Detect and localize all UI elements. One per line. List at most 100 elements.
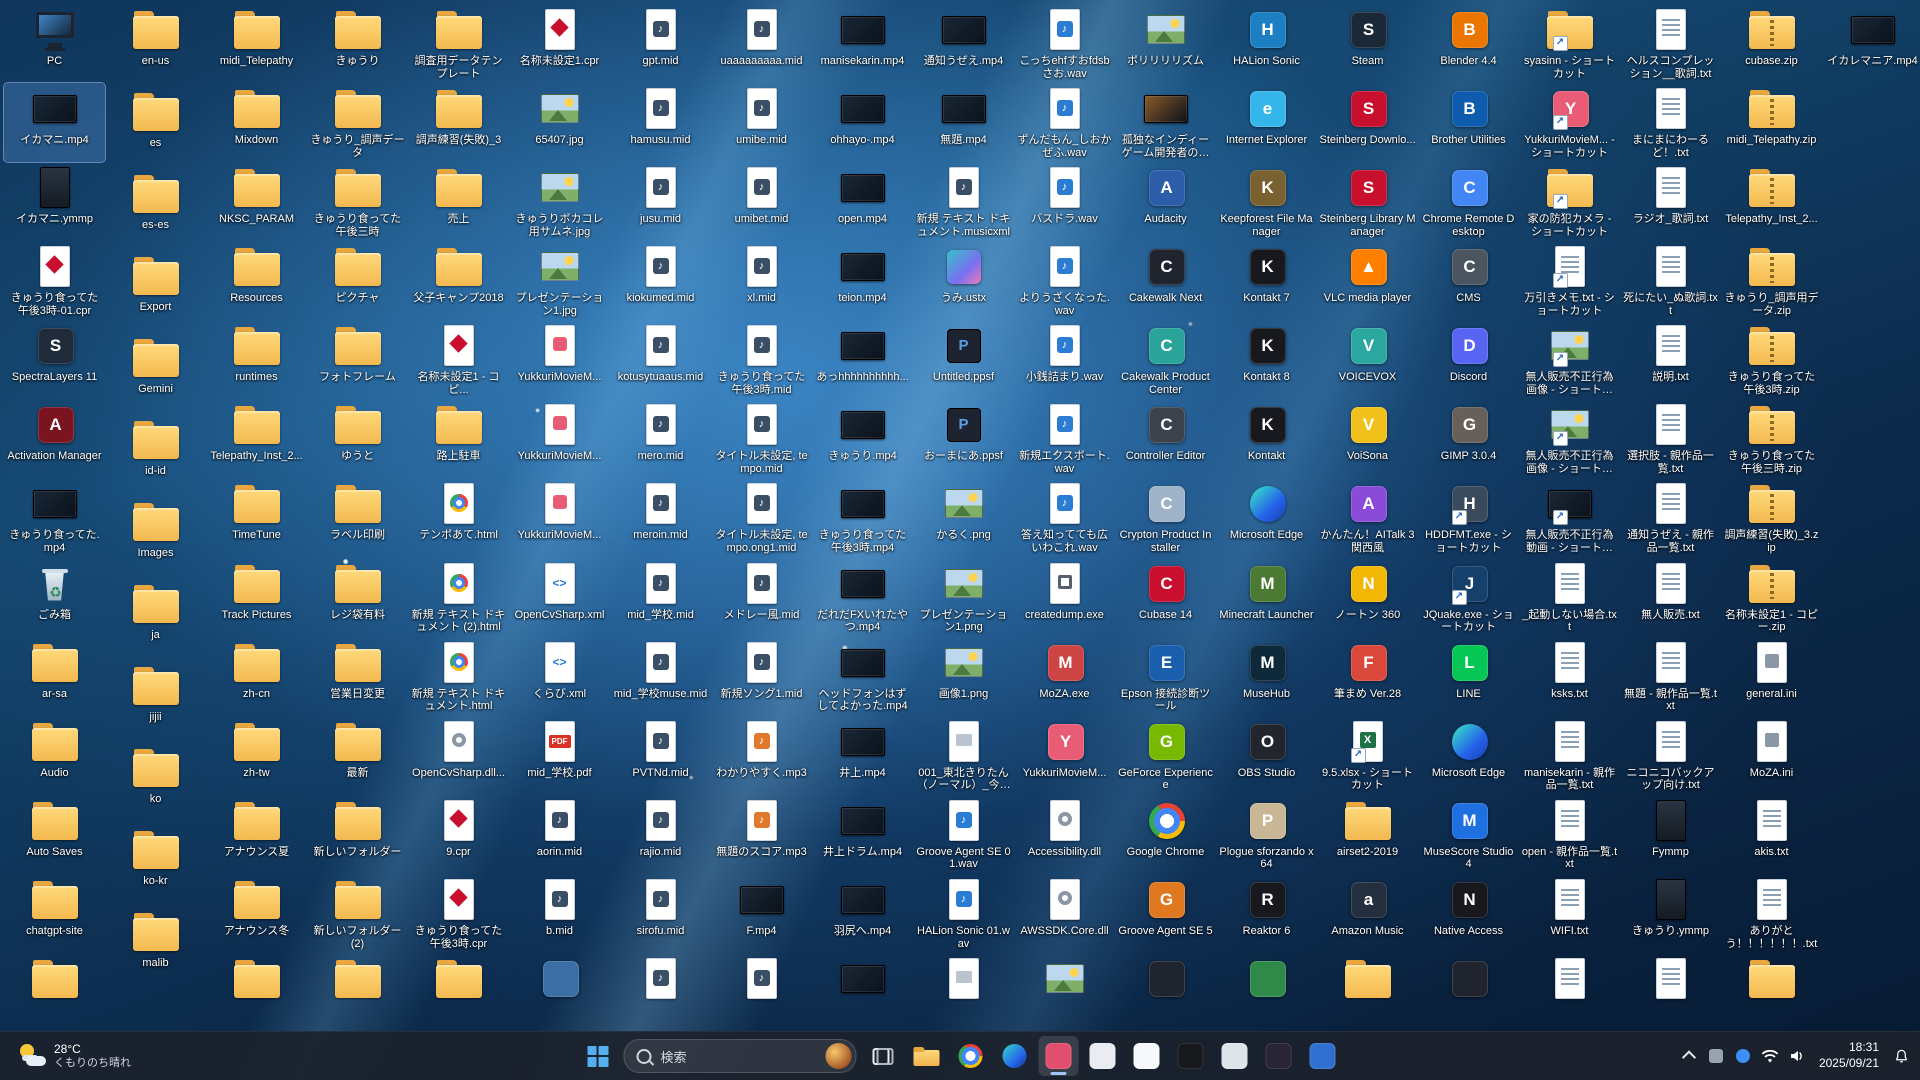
desktop-icon[interactable]: CChrome Remote Desktop	[1418, 162, 1519, 241]
desktop-icon[interactable]: AActivation Manager	[4, 399, 105, 478]
desktop-icon[interactable]: HALion Sonic 01.wav	[913, 874, 1014, 953]
desktop-icon[interactable]: ▲VLC media player	[1317, 241, 1418, 320]
desktop-icon[interactable]: Google Chrome	[1115, 795, 1216, 874]
desktop-icon[interactable]: HHALion Sonic	[1216, 4, 1317, 83]
desktop-icon[interactable]: OpenCvSharp.dll...	[408, 716, 509, 795]
desktop-icon[interactable]: 無題のスコア.mp3	[711, 795, 812, 874]
desktop-icon[interactable]: es-es	[105, 168, 206, 250]
desktop-icon[interactable]: 通知うぜえ.mp4	[913, 4, 1014, 83]
desktop-icon[interactable]: きゅうり_調声用データ.zip	[1721, 241, 1822, 320]
desktop-icon[interactable]: 9.cpr	[408, 795, 509, 874]
desktop-icon[interactable]	[408, 953, 509, 1032]
desktop-icon[interactable]: 名称未設定1 - コピー.zip	[1721, 558, 1822, 637]
desktop-icon[interactable]: manisekarin - 親作品一覧.txt	[1519, 716, 1620, 795]
desktop-icon[interactable]: KKontakt 7	[1216, 241, 1317, 320]
volume-icon[interactable]	[1786, 1045, 1808, 1067]
desktop-icon[interactable]: open.mp4	[812, 162, 913, 241]
desktop-icon[interactable]: ohhayo-.mp4	[812, 83, 913, 162]
desktop-icon[interactable]: eInternet Explorer	[1216, 83, 1317, 162]
taskbar-task-view-button[interactable]	[863, 1036, 903, 1076]
desktop-icon[interactable]: 売上	[408, 162, 509, 241]
chevron-up-icon[interactable]	[1678, 1045, 1700, 1067]
desktop-icon[interactable]: VVoiSona	[1317, 399, 1418, 478]
desktop-icon[interactable]: まにまにわーるど！.txt	[1620, 83, 1721, 162]
desktop-icon[interactable]: 死にたい_ぬ歌詞.txt	[1620, 241, 1721, 320]
desktop-icon[interactable]: Gemini	[105, 332, 206, 414]
tray-app-icon[interactable]	[1705, 1045, 1727, 1067]
desktop-icon[interactable]: uaaaaaaaaa.mid	[711, 4, 812, 83]
desktop-icon[interactable]: CCakewalk Product Center	[1115, 320, 1216, 399]
taskbar-grid-app-button[interactable]	[1215, 1036, 1255, 1076]
desktop-icon[interactable]: mid_学校muse.mid	[610, 637, 711, 716]
desktop-icon[interactable]: ラジオ_歌詞.txt	[1620, 162, 1721, 241]
desktop-icon[interactable]: 画像1.png	[913, 637, 1014, 716]
desktop-icon[interactable]: きゅうり食ってた午後3時.cpr	[408, 874, 509, 953]
desktop-icon[interactable]: 無題.mp4	[913, 83, 1014, 162]
desktop-icon[interactable]	[307, 953, 408, 1032]
desktop-icon[interactable]: CCMS	[1418, 241, 1519, 320]
desktop-icon[interactable]: 新規エクスポート.wav	[1014, 399, 1115, 478]
desktop-icon[interactable]: MMoZA.exe	[1014, 637, 1115, 716]
desktop-icon[interactable]: YYukkuriMovieM...	[1014, 716, 1115, 795]
desktop-icon[interactable]: バスドラ.wav	[1014, 162, 1115, 241]
desktop-icon[interactable]: zh-cn	[206, 637, 307, 716]
desktop-icon[interactable]: 新規 テキスト ドキュメント.html	[408, 637, 509, 716]
desktop-surface[interactable]: PCイカマニ.mp4イカマニ.ymmpきゅうり食ってた午後3時-01.cprSS…	[0, 0, 1920, 1032]
desktop-icon[interactable]: chatgpt-site	[4, 874, 105, 953]
desktop-icon[interactable]: 65407.jpg	[509, 83, 610, 162]
desktop-icon[interactable]	[610, 953, 711, 1032]
desktop-icon[interactable]: KKontakt	[1216, 399, 1317, 478]
desktop-icon[interactable]: MoZA.ini	[1721, 716, 1822, 795]
desktop-icon[interactable]: aorin.mid	[509, 795, 610, 874]
desktop-icon[interactable]: ずんだもん_しおかぜふ.wav	[1014, 83, 1115, 162]
desktop-icon[interactable]: CController Editor	[1115, 399, 1216, 478]
desktop-icon[interactable]	[913, 953, 1014, 1032]
desktop-icon[interactable]: airset2-2019	[1317, 795, 1418, 874]
desktop-icon[interactable]: 新規 テキスト ドキュメント (2).html	[408, 558, 509, 637]
desktop-icon[interactable]: OOBS Studio	[1216, 716, 1317, 795]
desktop-icon[interactable]: 新しいフォルダー	[307, 795, 408, 874]
desktop-icon[interactable]: ↗無人販売不正行為画像 - ショートカット	[1519, 320, 1620, 399]
weather-widget[interactable]: 28°C くもりのち晴れ	[10, 1032, 139, 1080]
desktop-icon[interactable]: YukkuriMovieM...	[509, 478, 610, 557]
desktop-icon[interactable]: meroin.mid	[610, 478, 711, 557]
desktop-icon[interactable]: 新規 テキスト ドキュメント.musicxml	[913, 162, 1014, 241]
desktop-icon[interactable]: AWSSDK.Core.dll	[1014, 874, 1115, 953]
desktop-icon[interactable]: Fymmp	[1620, 795, 1721, 874]
desktop-icon[interactable]: hamusu.mid	[610, 83, 711, 162]
desktop-icon[interactable]	[711, 953, 812, 1032]
desktop-icon[interactable]: ko-kr	[105, 824, 206, 906]
desktop-icon[interactable]: LLINE	[1418, 637, 1519, 716]
desktop-icon[interactable]: Microsoft Edge	[1216, 478, 1317, 557]
desktop-icon[interactable]: CCrypton Product Installer	[1115, 478, 1216, 557]
desktop-icon[interactable]: general.ini	[1721, 637, 1822, 716]
desktop-icon[interactable]: きゅうり	[307, 4, 408, 83]
desktop-icon[interactable]: PC	[4, 4, 105, 83]
desktop-icon[interactable]: きゅうり食ってた午後3時-01.cpr	[4, 241, 105, 320]
desktop-icon[interactable]: MMinecraft Launcher	[1216, 558, 1317, 637]
desktop-icon[interactable]: きゅうり食ってた午後三時	[307, 162, 408, 241]
desktop-icon[interactable]: おーまにあ.ppsf	[913, 399, 1014, 478]
desktop-icon[interactable]: SSteinberg Downlo...	[1317, 83, 1418, 162]
desktop-icon[interactable]: CCakewalk Next	[1115, 241, 1216, 320]
desktop-icon[interactable]: ありがとう！！！！！！.txt	[1721, 874, 1822, 953]
desktop-icon[interactable]: イカレマニア.mp4	[1822, 4, 1920, 86]
desktop-icon[interactable]: ↗無人販売不正行為動画 - ショートカット	[1519, 478, 1620, 557]
desktop-icon[interactable]: teion.mp4	[812, 241, 913, 320]
desktop-icon[interactable]: gpt.mid	[610, 4, 711, 83]
desktop-icon[interactable]: SSteinberg Library Manager	[1317, 162, 1418, 241]
desktop-icon[interactable]	[812, 953, 913, 1032]
desktop-icon[interactable]: かるく.png	[913, 478, 1014, 557]
desktop-icon[interactable]	[1014, 953, 1115, 1032]
desktop-icon[interactable]: 名称未設定1 - コピ...	[408, 320, 509, 399]
desktop-icon[interactable]: Y↗YukkuriMovieM... - ショートカット	[1519, 83, 1620, 162]
desktop-icon[interactable]: 孤独なインディーゲーム開発者の一生...	[1115, 83, 1216, 162]
desktop-icon[interactable]: あっhhhhhhhhhh...	[812, 320, 913, 399]
desktop-icon[interactable]: うみ.ustx	[913, 241, 1014, 320]
desktop-icon[interactable]: きゅうり食ってた午後3時.mp4	[812, 478, 913, 557]
desktop-icon[interactable]: ksks.txt	[1519, 637, 1620, 716]
desktop-icon[interactable]: VVOICEVOX	[1317, 320, 1418, 399]
desktop-icon[interactable]: 小銭詰まり.wav	[1014, 320, 1115, 399]
desktop-icon[interactable]: id-id	[105, 414, 206, 496]
desktop-icon[interactable]: ar-sa	[4, 637, 105, 716]
